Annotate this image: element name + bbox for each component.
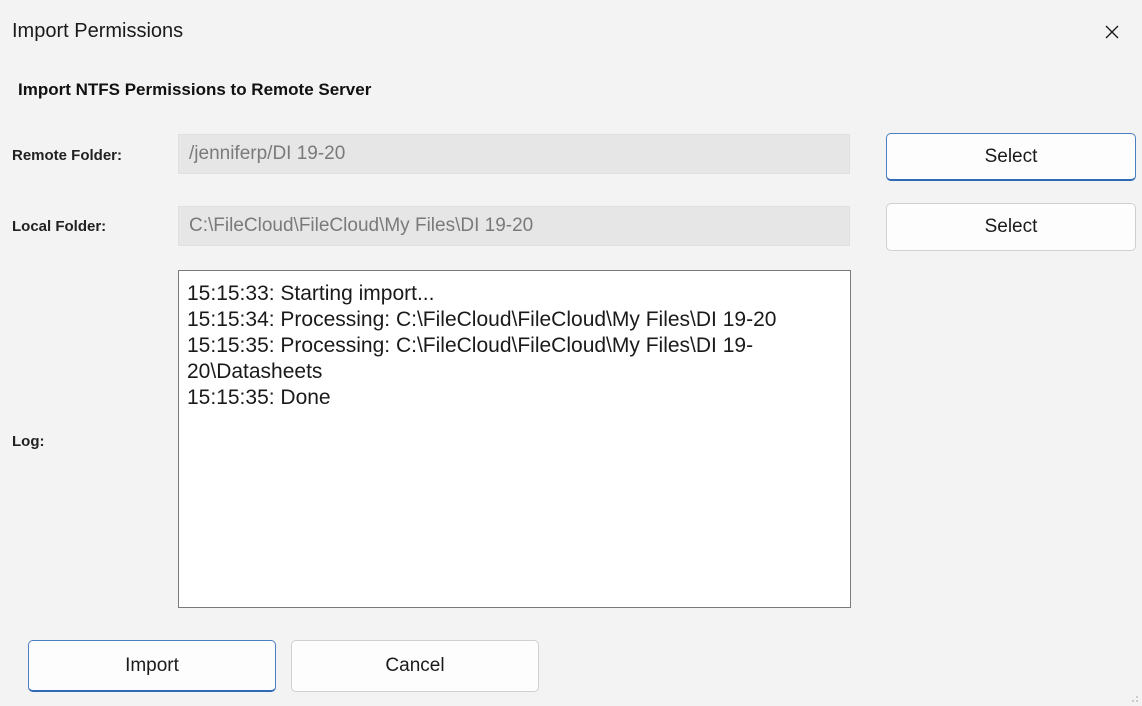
remote-folder-label: Remote Folder: xyxy=(12,147,123,164)
log-line: 15:15:33: Starting import... xyxy=(187,282,435,305)
log-line: 15:15:35: Done xyxy=(187,386,331,409)
import-button[interactable]: Import xyxy=(28,640,276,692)
close-icon xyxy=(1105,25,1119,39)
log-line: 15:15:34: Processing: C:\FileCloud\FileC… xyxy=(187,308,777,331)
remote-folder-field[interactable]: /jenniferp/DI 19-20 xyxy=(178,134,850,174)
import-permissions-dialog: Import Permissions Import NTFS Permissio… xyxy=(0,0,1142,706)
title-bar: Import Permissions xyxy=(0,0,1142,64)
select-remote-folder-button[interactable]: Select xyxy=(886,133,1136,181)
select-local-folder-button[interactable]: Select xyxy=(886,203,1136,251)
log-line: 15:15:35: Processing: C:\FileCloud\FileC… xyxy=(187,334,754,383)
local-folder-label: Local Folder: xyxy=(12,218,107,235)
window-title: Import Permissions xyxy=(12,20,184,42)
log-textarea[interactable]: 15:15:33: Starting import... 15:15:34: P… xyxy=(178,270,851,608)
local-folder-field[interactable]: C:\FileCloud\FileCloud\My Files\DI 19-20 xyxy=(178,206,850,246)
resize-grip-icon[interactable] xyxy=(1131,695,1139,703)
log-label: Log: xyxy=(12,433,45,450)
close-button[interactable] xyxy=(1090,10,1134,54)
dialog-heading: Import NTFS Permissions to Remote Server xyxy=(18,80,372,99)
cancel-button[interactable]: Cancel xyxy=(291,640,539,692)
